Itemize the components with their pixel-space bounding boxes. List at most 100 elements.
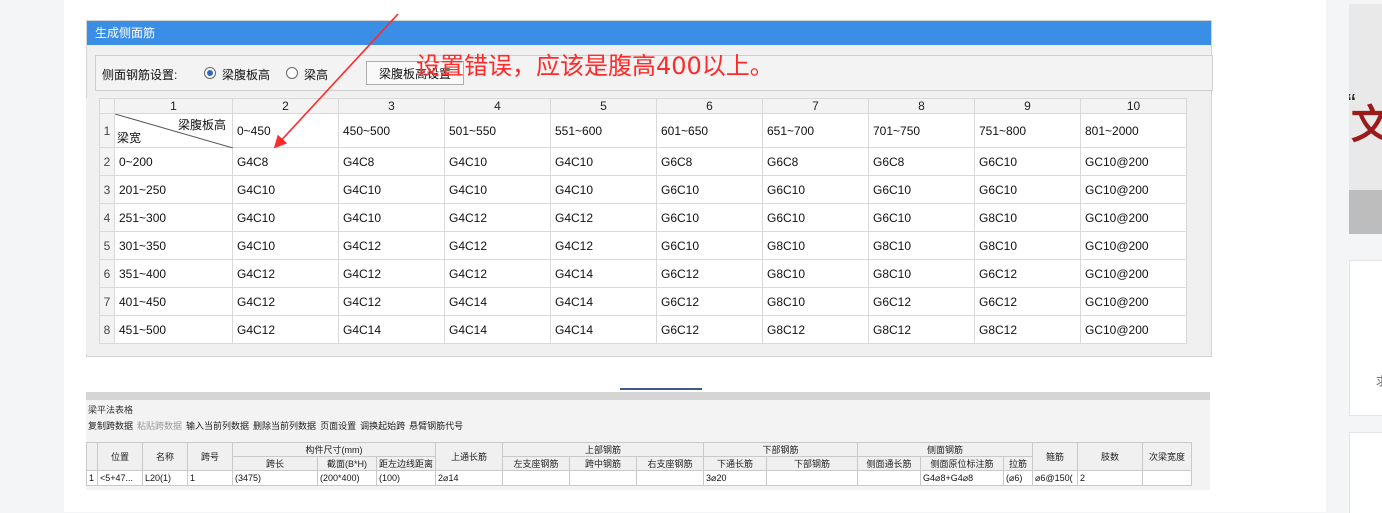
grid-cell[interactable]: G4C12 (550, 203, 657, 232)
grid-col-header[interactable]: 9 (974, 98, 1081, 114)
grid-cell[interactable]: G4C10 (550, 175, 657, 204)
grid-cell[interactable]: G4C14 (338, 315, 445, 344)
menu-item[interactable]: 页面设置 (320, 421, 356, 431)
panel-divider[interactable] (620, 388, 702, 390)
radio-beam-height-label[interactable]: 梁高 (304, 66, 328, 83)
grid-cell[interactable]: 450~500 (338, 113, 445, 148)
grid-col-header[interactable]: 1 (114, 98, 233, 114)
grid-cell[interactable]: G4C8 (338, 147, 445, 176)
grid-col-header[interactable]: 10 (1080, 98, 1187, 114)
grid-col-header[interactable]: 7 (762, 98, 869, 114)
grid-cell[interactable]: 501~550 (444, 113, 551, 148)
side-image-card[interactable]: “ 文 (1349, 4, 1382, 234)
cell-right-support[interactable] (636, 470, 705, 486)
grid-cell[interactable]: G4C10 (338, 175, 445, 204)
grid-cell[interactable]: GC10@200 (1080, 175, 1187, 204)
grid-cell[interactable]: G4C14 (550, 287, 657, 316)
col-top-bar[interactable]: 上部钢筋 (502, 442, 705, 457)
grid-col-header[interactable]: 8 (868, 98, 975, 114)
grid-cell[interactable]: G8C12 (868, 315, 975, 344)
cell-stirrup[interactable]: ⌀6@150( (1032, 470, 1079, 486)
grid-cell[interactable]: G4C12 (444, 231, 551, 260)
col-bottom-len[interactable]: 下通长筋 (703, 456, 768, 471)
grid-cell[interactable]: GC10@200 (1080, 231, 1187, 260)
grid-cell[interactable]: G6C10 (762, 175, 869, 204)
grid-cell[interactable]: G6C10 (974, 175, 1081, 204)
col-left-support[interactable]: 左支座钢筋 (502, 456, 571, 471)
grid-cell[interactable]: 0~450 (232, 113, 339, 148)
grid-cell[interactable]: G6C8 (656, 147, 763, 176)
grid-cell[interactable]: G8C10 (868, 259, 975, 288)
grid-cell[interactable]: G4C12 (338, 287, 445, 316)
beam-width-cell[interactable]: 351~400 (114, 259, 233, 288)
beam-width-cell[interactable]: 251~300 (114, 203, 233, 232)
grid-cell[interactable]: G4C14 (444, 315, 551, 344)
menu-item[interactable]: 输入当前列数据 (186, 421, 249, 431)
grid-cell[interactable]: G4C10 (444, 147, 551, 176)
grid-cell[interactable]: G6C12 (974, 259, 1081, 288)
grid-cell[interactable]: G6C10 (868, 203, 975, 232)
grid-cell[interactable]: G6C12 (656, 287, 763, 316)
cell-tie[interactable]: (⌀6) (1003, 470, 1034, 486)
grid-cell[interactable]: G4C10 (232, 203, 339, 232)
grid-cell[interactable]: GC10@200 (1080, 287, 1187, 316)
grid-cell[interactable]: G8C10 (974, 203, 1081, 232)
grid-cell[interactable]: G4C12 (232, 287, 339, 316)
cell-legs[interactable]: 2 (1077, 470, 1144, 486)
col-right-support[interactable]: 右支座钢筋 (636, 456, 705, 471)
grid-cell[interactable]: 601~650 (656, 113, 763, 148)
diagonal-header-cell[interactable]: 梁腹板高 梁宽 (114, 113, 233, 148)
grid-cell[interactable]: G8C12 (762, 315, 869, 344)
grid-cell[interactable]: G6C10 (974, 147, 1081, 176)
grid-cell[interactable]: G4C10 (232, 231, 339, 260)
grid-cell[interactable]: G4C10 (232, 175, 339, 204)
cell-secondary-beam[interactable] (1142, 470, 1193, 486)
cell-span[interactable]: 1 (187, 470, 233, 486)
grid-col-header[interactable]: 3 (338, 98, 445, 114)
cell-side-len[interactable] (857, 470, 922, 486)
grid-cell[interactable]: G4C10 (550, 147, 657, 176)
grid-cell[interactable]: G6C10 (656, 203, 763, 232)
grid-cell[interactable]: G4C14 (550, 315, 657, 344)
grid-cell[interactable]: G4C14 (444, 287, 551, 316)
menu-item[interactable]: 调换起始跨 (360, 421, 405, 431)
col-dims[interactable]: 构件尺寸(mm) (231, 442, 437, 457)
grid-col-header[interactable]: 2 (232, 98, 339, 114)
grid-cell[interactable]: G4C10 (444, 175, 551, 204)
cell-top-len[interactable]: 2⌀14 (435, 470, 504, 486)
grid-cell[interactable]: G4C12 (338, 259, 445, 288)
cell-side-mark[interactable]: G4⌀8+G4⌀8 (920, 470, 1005, 486)
grid-cell[interactable]: G8C10 (974, 231, 1081, 260)
grid-cell[interactable]: G6C8 (868, 147, 975, 176)
col-bottom[interactable]: 下部钢筋 (766, 456, 859, 471)
col-side-len[interactable]: 侧面通长筋 (857, 456, 922, 471)
cell-bottom-len[interactable]: 3⌀20 (703, 470, 768, 486)
beam-width-cell[interactable]: 401~450 (114, 287, 233, 316)
cell-edge[interactable]: (100) (375, 470, 437, 486)
col-name[interactable]: 名称 (142, 442, 188, 471)
side-card-1[interactable]: 求 (1349, 260, 1382, 416)
col-stirrup[interactable]: 箍筋 (1032, 442, 1079, 471)
grid-col-header[interactable]: 5 (550, 98, 657, 114)
cell-name[interactable]: L20(1) (142, 470, 188, 486)
beam-width-cell[interactable]: 0~200 (114, 147, 233, 176)
col-legs[interactable]: 肢数 (1077, 442, 1144, 471)
table-row[interactable]: 1 <5+47... L20(1) 1 (3475) (200*400) (10… (86, 470, 1193, 486)
grid-cell[interactable]: 801~2000 (1080, 113, 1187, 148)
col-side-bar[interactable]: 侧面钢筋 (857, 442, 1034, 457)
grid-cell[interactable]: G4C12 (444, 203, 551, 232)
grid-cell[interactable]: GC10@200 (1080, 259, 1187, 288)
grid-cell[interactable]: G4C12 (232, 315, 339, 344)
cell-mid-span[interactable] (569, 470, 638, 486)
grid-col-header[interactable]: 6 (656, 98, 763, 114)
grid-cell[interactable]: G6C10 (868, 175, 975, 204)
cell-bottom[interactable] (766, 470, 859, 486)
radio-web-height[interactable] (204, 67, 216, 79)
grid-cell[interactable]: G4C10 (338, 203, 445, 232)
cell-section[interactable]: (200*400) (317, 470, 377, 486)
grid-cell[interactable]: GC10@200 (1080, 147, 1187, 176)
grid-cell[interactable]: G6C8 (762, 147, 869, 176)
menu-item[interactable]: 复制跨数据 (88, 421, 133, 431)
grid-cell[interactable]: GC10@200 (1080, 203, 1187, 232)
grid-cell[interactable]: GC10@200 (1080, 315, 1187, 344)
